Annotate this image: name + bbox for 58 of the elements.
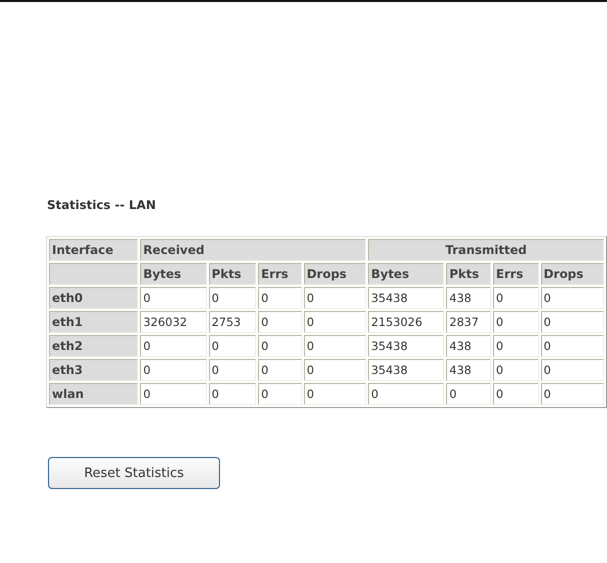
table-cell: 0: [208, 287, 256, 309]
table-cell: 0: [304, 383, 366, 405]
table-cell: 2753: [208, 311, 256, 333]
table-cell: 0: [258, 311, 302, 333]
column-header: Pkts: [446, 263, 492, 285]
table-cell: 0: [540, 383, 604, 405]
table-cell: 0: [304, 287, 366, 309]
row-header: eth3: [49, 359, 138, 381]
table-cell: 0: [208, 383, 256, 405]
table-cell: 0: [140, 383, 207, 405]
table-cell: 0: [208, 335, 256, 357]
table-cell: 326032: [140, 311, 207, 333]
table-cell: 0: [540, 359, 604, 381]
table-cell: 0: [493, 335, 539, 357]
table-cell: 0: [446, 383, 492, 405]
page-title: Statistics -- LAN: [47, 198, 157, 212]
table-cell: 438: [446, 335, 492, 357]
table-cell: 0: [493, 383, 539, 405]
table-cell: 0: [304, 311, 366, 333]
column-header: Transmitted: [368, 239, 604, 261]
table-cell: 0: [258, 359, 302, 381]
table-cell: 0: [540, 311, 604, 333]
table-cell: 2153026: [368, 311, 444, 333]
table-cell: 0: [304, 359, 366, 381]
table-cell: 0: [493, 359, 539, 381]
table-cell: 0: [140, 359, 207, 381]
row-header: eth0: [49, 287, 138, 309]
table-cell: 35438: [368, 335, 444, 357]
table-cell: 0: [540, 287, 604, 309]
table-cell: 35438: [368, 287, 444, 309]
column-header: Errs: [493, 263, 539, 285]
table-cell: 0: [493, 287, 539, 309]
table-cell: 0: [140, 287, 207, 309]
table-cell: 0: [140, 335, 207, 357]
table-cell: 438: [446, 287, 492, 309]
column-header: Received: [140, 239, 366, 261]
table-cell: 0: [493, 311, 539, 333]
reset-button[interactable]: Reset Statistics: [48, 457, 220, 489]
table-cell: 0: [258, 287, 302, 309]
table-cell: 0: [540, 335, 604, 357]
table-cell: 0: [208, 359, 256, 381]
table-cell: 0: [368, 383, 444, 405]
table-cell: 0: [258, 335, 302, 357]
column-header: Bytes: [368, 263, 444, 285]
row-header: eth2: [49, 335, 138, 357]
column-header: Drops: [540, 263, 604, 285]
table-cell: 0: [304, 335, 366, 357]
column-header: Interface: [49, 239, 138, 261]
table-cell: 2837: [446, 311, 492, 333]
table-cell: 35438: [368, 359, 444, 381]
column-header: Pkts: [208, 263, 256, 285]
column-header: Errs: [258, 263, 302, 285]
table-cell: 438: [446, 359, 492, 381]
row-header: eth1: [49, 311, 138, 333]
column-header: Bytes: [140, 263, 207, 285]
row-header: wlan: [49, 383, 138, 405]
table-cell: 0: [258, 383, 302, 405]
column-header: Drops: [304, 263, 366, 285]
